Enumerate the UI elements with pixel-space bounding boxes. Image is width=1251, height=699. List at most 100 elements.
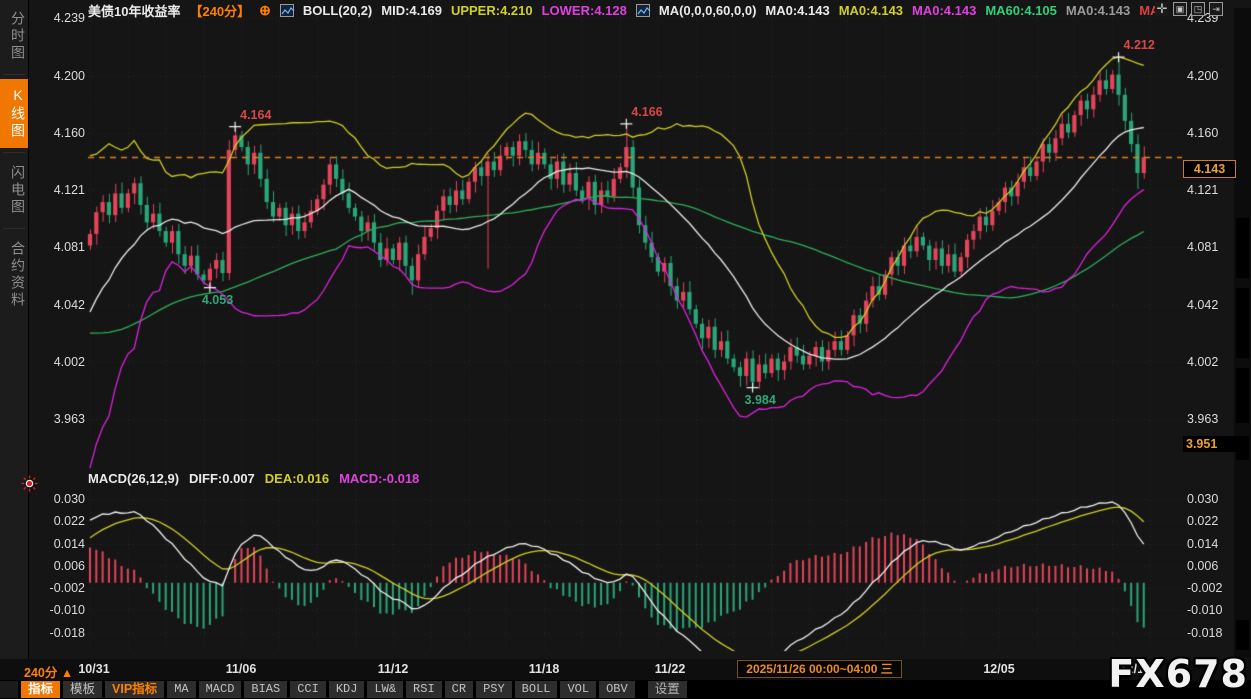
overlay-panel-icon[interactable]: ▣ (1173, 2, 1187, 16)
main-axis-label: 4.002 (33, 355, 85, 369)
indicator-button-obv[interactable]: OBV (599, 681, 635, 698)
macd-axis-label: -0.018 (1187, 626, 1222, 640)
macd-axis-label: 0.030 (33, 492, 85, 506)
sidebar-tab-1[interactable]: 分时图 (0, 3, 28, 70)
main-axis-label: 4.121 (1187, 183, 1218, 197)
strip-block (1236, 620, 1249, 650)
ma-chart-icon (636, 4, 650, 17)
price-annotation: 4.212 (1124, 38, 1155, 52)
macd-axis-label: 0.030 (1187, 492, 1218, 506)
macd-axis-label: 0.006 (1187, 559, 1218, 573)
header-value: MA(0,0,0,60,0,0) (659, 3, 757, 18)
main-axis-label: 4.160 (1187, 126, 1218, 140)
macd-axis-label: -0.002 (1187, 581, 1222, 595)
main-axis-label: 4.042 (33, 298, 85, 312)
indicator-button-kdj[interactable]: KDJ (329, 681, 365, 698)
price-annotation: 4.053 (202, 293, 233, 307)
plus-circle-icon[interactable]: ⊕ (259, 2, 271, 19)
indicator-header: 美债10年收益率【240分】 ⊕ BOLL(20,2) MID:4.169 UPPER:… (88, 2, 1159, 19)
macd-axis-label: 0.022 (33, 514, 85, 528)
macd-axis-label: 0.014 (33, 537, 85, 551)
macd-header-value: DIFF:0.007 (189, 471, 255, 486)
sidebar-separator (3, 228, 25, 229)
indicator-button-boll[interactable]: BOLL (515, 681, 558, 698)
vip-indicator-button[interactable]: VIP指标 (105, 681, 164, 698)
macd-header: MACD(26,12,9) DIFF:0.007 DEA:0.016 MACD:-0.… (88, 471, 419, 486)
header-value: 【240分】 (189, 1, 250, 20)
main-axis-label: 4.200 (1187, 69, 1218, 83)
chart-canvas[interactable] (0, 0, 1251, 699)
main-axis-label: 4.121 (33, 183, 85, 197)
macd-axis-label: -0.002 (33, 581, 85, 595)
toolbar-corner (0, 681, 18, 698)
header-value: BOLL(20,2) (303, 3, 372, 18)
period-selector[interactable]: 240分 ▲ (24, 662, 73, 681)
strip-block (1236, 368, 1249, 423)
main-axis-label: 4.239 (33, 11, 85, 25)
settings-button[interactable]: 设置 (648, 681, 687, 698)
macd-header-value: DEA:0.016 (265, 471, 329, 486)
strip-block (1236, 218, 1249, 278)
macd-header-value: MACD(26,12,9) (88, 471, 179, 486)
indicator-button[interactable]: 指标 (21, 681, 60, 698)
time-axis: 240分 ▲ 2025/11/26 00:00~04:00 三 10/31 11/… (0, 659, 1251, 680)
macd-axis-label: -0.018 (33, 626, 85, 640)
header-value: 美债10年收益率 (88, 1, 180, 20)
hover-time-tooltip: 2025/11/26 00:00~04:00 三 (737, 660, 902, 678)
indicator-button-ma[interactable]: MA (167, 681, 195, 698)
sidebar-tab-3[interactable]: 闪电图 (0, 157, 28, 224)
main-axis-label: 3.963 (33, 412, 85, 426)
strip-block (1236, 288, 1249, 358)
scale-right-icon[interactable]: ◳ (1191, 2, 1205, 16)
indicator-button-lw[interactable]: LW& (367, 681, 403, 698)
macd-header-value: MACD:-0.018 (339, 471, 419, 486)
main-axis-label: 3.963 (1187, 412, 1218, 426)
price-annotation: 4.164 (240, 108, 271, 122)
crosshair-icon[interactable]: ✛ (1155, 2, 1169, 16)
right-scroll-strip[interactable] (1234, 8, 1251, 658)
macd-axis-label: 0.014 (1187, 537, 1218, 551)
sidebar-separator (3, 152, 25, 153)
header-value: MA0:4.143 (1066, 3, 1130, 18)
indicator-button-cci[interactable]: CCI (290, 681, 326, 698)
indicator-button-cr[interactable]: CR (445, 681, 473, 698)
date-tick: 10/31 (78, 662, 109, 676)
macd-axis-label: -0.010 (33, 603, 85, 617)
fx678-watermark: FX678 (1108, 652, 1248, 696)
indicator-button-bias[interactable]: BIAS (244, 681, 287, 698)
boll-chart-icon (280, 4, 294, 17)
macd-axis-label: 0.022 (1187, 514, 1218, 528)
main-axis-label: 4.160 (33, 126, 85, 140)
main-axis-label: 4.081 (33, 240, 85, 254)
sidebar-tab-4[interactable]: 合约资料 (0, 233, 28, 317)
chart-window: 分时图 K线图闪电图合约资料 美债10年收益率【240分】 ⊕ BOLL(20,2) M… (0, 0, 1251, 699)
indicator-button-vol[interactable]: VOL (560, 681, 596, 698)
main-axis-label: 4.200 (33, 69, 85, 83)
sidebar-tab-2[interactable]: K线图 (0, 79, 28, 148)
date-tick: 11/18 (529, 662, 560, 676)
live-burst-icon (21, 475, 38, 497)
date-tick: 11/06 (226, 662, 257, 676)
header-value: UPPER:4.210 (451, 3, 533, 18)
indicator-button-psy[interactable]: PSY (476, 681, 512, 698)
sidebar: 分时图 K线图闪电图合约资料 (0, 0, 29, 660)
current-price-tag: 4.143 (1183, 160, 1236, 178)
header-value: MID:4.169 (381, 3, 442, 18)
header-value: LOWER:4.128 (542, 3, 627, 18)
date-tick: 11/12 (378, 662, 409, 676)
export-icon[interactable]: ⇥ (1209, 2, 1223, 16)
indicator-button-rsi[interactable]: RSI (406, 681, 442, 698)
template-button[interactable]: 模板 (63, 681, 102, 698)
sidebar-separator (3, 74, 25, 75)
date-tick: 11/22 (655, 662, 686, 676)
price-annotation: 4.166 (631, 105, 662, 119)
date-tick: 12/05 (983, 662, 1014, 676)
main-axis-label: 4.002 (1187, 355, 1218, 369)
header-value: MA0:4.143 (765, 3, 829, 18)
main-axis-label: 4.081 (1187, 240, 1218, 254)
header-value: MA0:4.143 (912, 3, 976, 18)
indicator-button-macd[interactable]: MACD (199, 681, 242, 698)
macd-axis-label: -0.010 (1187, 603, 1222, 617)
header-value: MA60:4.105 (985, 3, 1057, 18)
price-annotation: 3.984 (745, 393, 776, 407)
